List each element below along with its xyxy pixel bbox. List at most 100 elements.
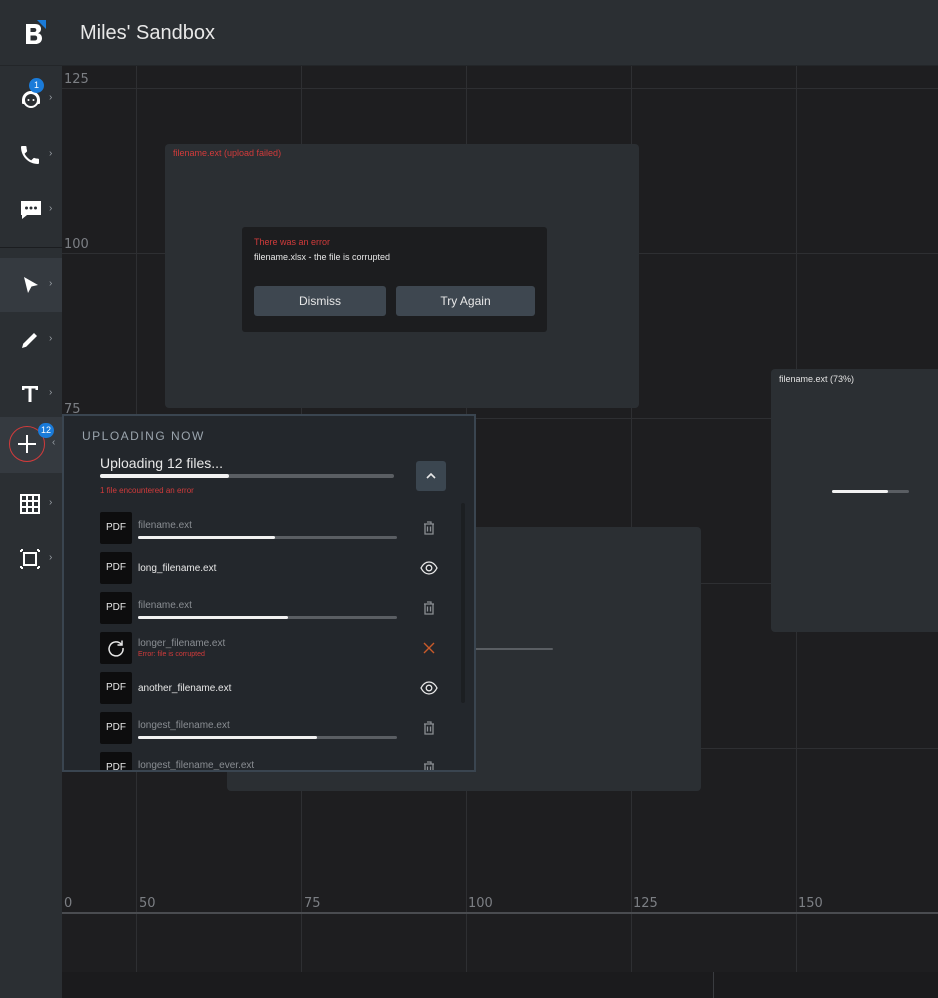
- file-progress-fill: [138, 616, 289, 619]
- pdf-thumbnail: PDF: [100, 512, 132, 544]
- chevron-up-icon: [426, 472, 436, 479]
- sidebar-item-chat[interactable]: ›: [0, 183, 62, 237]
- pdf-thumbnail: PDF: [100, 752, 132, 770]
- sidebar-divider: [0, 247, 62, 248]
- text-icon: [22, 386, 38, 402]
- app-window: Miles' Sandbox 1 › › › › › › 12 ‹ › › 12…: [0, 0, 938, 998]
- sidebar-item-text[interactable]: ›: [0, 367, 62, 421]
- overall-progress-fill: [100, 474, 230, 478]
- y-axis-label: 100: [64, 237, 89, 252]
- file-name: longer_filename.ext: [138, 638, 226, 649]
- x-axis-label: 75: [304, 896, 321, 911]
- retry-icon: [108, 640, 124, 657]
- x-axis-label: 0: [64, 896, 73, 911]
- close-icon[interactable]: [420, 639, 438, 657]
- file-error-message: Error: file is corrupted: [138, 651, 205, 658]
- file-progress-bar: [138, 616, 397, 619]
- error-dialog: There was an error filename.xlsx - the f…: [242, 227, 547, 332]
- card-label: filename.ext (73%): [779, 374, 855, 384]
- list-item: longer_filename.ext Error: file is corru…: [100, 630, 450, 666]
- grid-line: [62, 88, 938, 89]
- chevron-right-icon: ›: [49, 497, 53, 508]
- sidebar-item-table[interactable]: ›: [0, 477, 62, 531]
- sidebar: 1 › › › › › › 12 ‹ › ›: [0, 66, 62, 998]
- file-name: filename.ext: [138, 600, 192, 611]
- pointer-icon: [24, 277, 38, 293]
- sidebar-item-support-agent[interactable]: 1 ›: [0, 72, 62, 126]
- file-name: longest_filename_ever.ext: [138, 760, 255, 770]
- trash-icon[interactable]: [420, 599, 438, 617]
- chevron-right-icon: ›: [49, 92, 53, 103]
- chevron-right-icon: ›: [49, 552, 53, 563]
- file-progress-fill: [138, 536, 276, 539]
- uploading-card[interactable]: filename.ext (73%): [771, 369, 938, 632]
- status-bar-divider: [713, 972, 714, 998]
- x-axis-label: 125: [633, 896, 658, 911]
- app-title: Miles' Sandbox: [80, 22, 215, 44]
- frame-icon: [20, 549, 40, 569]
- upload-panel: UPLOADING NOW Uploading 12 files... 1 fi…: [62, 414, 476, 772]
- sidebar-item-add[interactable]: 12 ‹: [0, 417, 62, 473]
- trash-icon[interactable]: [420, 719, 438, 737]
- dismiss-button[interactable]: Dismiss: [254, 286, 386, 316]
- pen-icon: [22, 333, 37, 348]
- list-item: PDF longest_filename_ever.ext: [100, 750, 450, 770]
- upload-count-badge: 12: [38, 423, 55, 438]
- try-again-button[interactable]: Try Again: [396, 286, 535, 316]
- pdf-thumbnail: PDF: [100, 592, 132, 624]
- chevron-right-icon: ›: [49, 333, 53, 344]
- trash-icon[interactable]: [420, 519, 438, 537]
- sidebar-item-select[interactable]: ›: [0, 258, 62, 312]
- chevron-right-icon: ›: [49, 148, 53, 159]
- list-item: PDF filename.ext: [100, 590, 450, 626]
- pdf-thumbnail: PDF: [100, 672, 132, 704]
- x-axis-label: 150: [798, 896, 823, 911]
- pdf-thumbnail: PDF: [100, 712, 132, 744]
- error-message: filename.xlsx - the file is corrupted: [254, 252, 391, 262]
- top-bar: Miles' Sandbox: [0, 0, 938, 66]
- sidebar-item-pen[interactable]: ›: [0, 313, 62, 367]
- trash-icon[interactable]: [420, 759, 438, 770]
- pdf-thumbnail: PDF: [100, 552, 132, 584]
- grid-icon: [20, 494, 40, 514]
- chevron-right-icon: ›: [49, 278, 53, 289]
- list-item: PDF long_filename.ext: [100, 550, 450, 586]
- phone-icon: [21, 146, 39, 164]
- chevron-right-icon: ›: [49, 203, 53, 214]
- collapse-button[interactable]: [416, 461, 446, 491]
- file-progress-bar: [138, 536, 397, 539]
- chat-icon: [21, 201, 41, 219]
- card-label: filename.ext (upload failed): [173, 148, 282, 158]
- panel-heading: UPLOADING NOW: [82, 429, 205, 443]
- status-bar: [62, 972, 938, 998]
- sidebar-item-frame[interactable]: ›: [0, 532, 62, 586]
- brand-logo-icon[interactable]: [18, 18, 50, 50]
- file-name: another_filename.ext: [138, 683, 232, 694]
- file-name: filename.ext: [138, 520, 192, 531]
- retry-button[interactable]: [100, 632, 132, 664]
- eye-icon[interactable]: [419, 559, 439, 577]
- upload-error-summary: 1 file encountered an error: [100, 486, 194, 495]
- card-progress-track: [467, 648, 553, 650]
- file-name: long_filename.ext: [138, 563, 217, 574]
- list-item: PDF filename.ext: [100, 510, 450, 546]
- file-progress-bar: [138, 736, 397, 739]
- list-item: PDF longest_filename.ext: [100, 710, 450, 746]
- file-progress-fill: [138, 736, 317, 739]
- y-axis-label: 125: [64, 72, 89, 87]
- error-title: There was an error: [254, 237, 331, 247]
- card-progress-bar: [832, 490, 909, 493]
- list-item: PDF another_filename.ext: [100, 670, 450, 706]
- file-name: longest_filename.ext: [138, 720, 230, 731]
- x-axis-label: 50: [139, 896, 156, 911]
- overall-progress-bar: [100, 474, 394, 478]
- upload-summary: Uploading 12 files...: [100, 455, 223, 471]
- sidebar-item-phone[interactable]: ›: [0, 128, 62, 182]
- eye-icon[interactable]: [419, 679, 439, 697]
- x-axis-label: 100: [468, 896, 493, 911]
- chevron-left-icon: ‹: [52, 437, 56, 448]
- plus-icon: [18, 435, 36, 453]
- card-progress-fill: [832, 490, 889, 493]
- chevron-right-icon: ›: [49, 387, 53, 398]
- file-list: PDF filename.ext PDF long_filename.ext P…: [64, 504, 464, 770]
